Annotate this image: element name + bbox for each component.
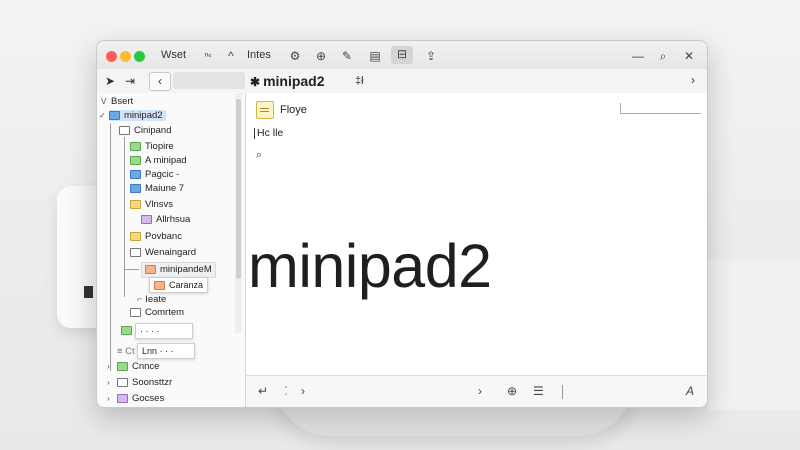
tree-guide-hline	[125, 269, 139, 270]
menu-wset[interactable]: Wset	[161, 49, 186, 61]
puzzle-icon: ✱	[250, 75, 261, 89]
close-icon[interactable]: ✕	[681, 48, 697, 64]
note-icon	[154, 281, 165, 291]
next-icon[interactable]: ⇥	[125, 73, 135, 89]
tab-extra-icon[interactable]: ‡ł	[355, 73, 364, 89]
tree-item-minipad2[interactable]: ✓ minipad2	[99, 109, 166, 123]
folder-icon	[130, 199, 141, 209]
layout-icon[interactable]: ▤	[367, 48, 383, 64]
tree-item-cinipand[interactable]: Cinipand	[119, 124, 172, 138]
tools-icon[interactable]: ✎	[339, 48, 355, 64]
tree-item-tiopire[interactable]: Tiopire	[130, 140, 174, 154]
note-icon	[121, 325, 132, 335]
tree-item-pagcic[interactable]: Pagcic -	[130, 168, 179, 182]
text-cursor	[254, 127, 255, 139]
page-icon	[130, 307, 141, 317]
tree-item-dots[interactable]: · · · ·	[135, 323, 193, 339]
tree-guide-line	[110, 123, 111, 371]
search-icon[interactable]: ⌕	[256, 149, 262, 162]
tree-item-lnn[interactable]: Lnn · · ·	[137, 343, 195, 359]
tree-item-a-minipad[interactable]: A minipad	[130, 154, 187, 168]
dots-icon: ⁚	[284, 384, 288, 398]
tree-item-small[interactable]: ≡ Ct	[117, 345, 135, 359]
app-window: Wset ⁿᵉ ^ Intes ⚙ ⊕ ✎ ▤ ⊟ ⇪ — ⌕ ✕ ➤ ⇥ ‹ …	[96, 40, 708, 408]
minimize-icon[interactable]: —	[630, 48, 646, 64]
close-window-button[interactable]	[106, 51, 117, 62]
background-cup-mark	[84, 286, 93, 298]
folder-icon	[109, 110, 120, 120]
tree-item-ieate[interactable]: ⌐ Ieate	[137, 293, 166, 307]
tree-item-allrhsua[interactable]: Allrhsua	[141, 213, 190, 227]
separator	[562, 385, 563, 399]
tree-item-povbanc[interactable]: Povbanc	[130, 230, 182, 244]
bottom-toolbar: ↵ ⁚ › › ⊕ ☰ A	[246, 375, 707, 407]
sidebar-tree: V Bsert ✓ minipad2 Cinipand Tiopire A mini…	[97, 93, 246, 407]
page-header: Floye	[256, 99, 307, 121]
return-icon[interactable]: ↵	[258, 384, 268, 398]
document-icon	[256, 101, 274, 120]
note-icon	[130, 155, 141, 165]
chevron-right-icon-2[interactable]: ›	[478, 384, 482, 398]
chevron-right-icon[interactable]: ›	[301, 384, 305, 398]
note-icon	[130, 141, 141, 151]
note-icon	[145, 264, 156, 274]
folder-icon	[117, 393, 128, 403]
chevron-right-icon[interactable]: ›	[691, 73, 695, 87]
zoom-window-button[interactable]	[134, 51, 145, 62]
tree-item-comrtem[interactable]: Comrtem	[130, 306, 184, 320]
tree-item-caranza[interactable]: Caranza	[149, 277, 209, 293]
tab-title: minipad2	[263, 73, 325, 89]
tree-item-note-green[interactable]	[121, 324, 136, 338]
back-button[interactable]: ‹	[149, 72, 171, 91]
settings-icon[interactable]: ⚙	[287, 48, 303, 64]
tree-item-soonsttzr[interactable]: › Soonsttzr	[107, 376, 172, 390]
background-wall	[708, 260, 800, 410]
tree-item-maiune[interactable]: Maiune 7	[130, 182, 184, 196]
search-icon[interactable]: ⌕	[655, 48, 671, 64]
page-title: Floye	[280, 104, 307, 116]
tree-item-vlnsvs[interactable]: Vlnsvs	[130, 198, 173, 212]
caret-icon[interactable]: ^	[223, 48, 239, 64]
title-bar: Wset ⁿᵉ ^ Intes ⚙ ⊕ ✎ ▤ ⊟ ⇪ — ⌕ ✕	[97, 41, 707, 70]
menu-intes[interactable]: Intes	[247, 49, 271, 61]
tree-item-wenaingard[interactable]: Wenaingard	[130, 246, 196, 260]
text-line[interactable]: Hc lle	[254, 127, 283, 139]
tree-item-minipandem[interactable]: minipandeM	[141, 262, 216, 278]
page-icon	[130, 247, 141, 257]
tab-minipad2[interactable]: ✱ minipad2	[250, 71, 325, 91]
minimize-window-button[interactable]	[120, 51, 131, 62]
note-icon	[141, 214, 152, 224]
menu-icon[interactable]: ☰	[533, 384, 544, 398]
tree-guide-line-2	[124, 137, 125, 297]
folder-icon	[130, 183, 141, 193]
tree-item-cnnce[interactable]: › Cnnce	[107, 360, 159, 374]
export-icon[interactable]: ⇪	[423, 48, 439, 64]
folder-icon	[130, 231, 141, 241]
page-icon	[119, 125, 130, 135]
page-icon	[117, 377, 128, 387]
tab-bar: ➤ ⇥ ‹ ✱ minipad2 ‡ł ›	[97, 69, 707, 94]
path-field[interactable]	[173, 72, 245, 89]
sidebar-scrollbar[interactable]	[236, 99, 241, 279]
settings-icon[interactable]: ⊕	[507, 384, 517, 398]
editor-area[interactable]: Floye Hc lle ⌕ minipad2	[246, 93, 707, 375]
document-title[interactable]: minipad2	[248, 231, 492, 301]
cursor-icon[interactable]: ➤	[105, 73, 115, 89]
note-icon	[117, 361, 128, 371]
folder-icon[interactable]: ⊟	[391, 46, 413, 64]
folder-icon	[130, 169, 141, 179]
corner-bracket	[620, 103, 701, 114]
tree-root[interactable]: V Bsert	[101, 95, 133, 109]
text-style-icon[interactable]: ⁿᵉ	[200, 48, 216, 64]
tree-item-gocses[interactable]: › Gocses	[107, 392, 164, 406]
zoom-icon[interactable]: ⊕	[313, 48, 329, 64]
font-icon[interactable]: A	[686, 384, 694, 398]
